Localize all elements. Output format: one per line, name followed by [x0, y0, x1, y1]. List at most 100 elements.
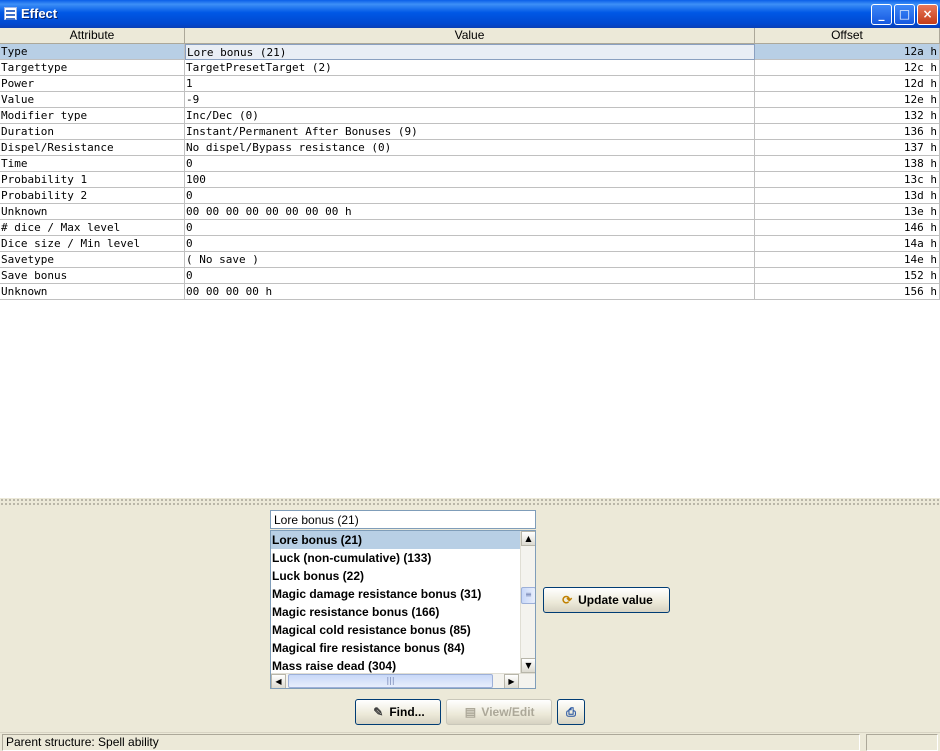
offset-cell[interactable]: 12d h — [755, 76, 940, 92]
column-header-attribute[interactable]: Attribute — [0, 28, 185, 43]
value-cell[interactable]: ( No save ) — [185, 252, 755, 268]
table-row[interactable]: Type Lore bonus (21) 12a h — [0, 44, 940, 60]
update-value-button[interactable]: ⟳ Update value — [543, 587, 670, 613]
value-list-items: Lore bonus (21) Luck (non-cumulative) (13… — [271, 531, 535, 675]
value-cell[interactable]: 0 — [185, 220, 755, 236]
printer-icon: ⎙ — [566, 705, 576, 719]
table-row[interactable]: Targettype TargetPresetTarget (2) 12c h — [0, 60, 940, 76]
table-row[interactable]: Probability 2 0 13d h — [0, 188, 940, 204]
value-cell[interactable]: 0 — [185, 268, 755, 284]
attribute-cell[interactable]: Type — [0, 44, 185, 60]
maximize-button[interactable]: □ — [894, 4, 915, 25]
list-item[interactable]: Magic resistance bonus (166) — [271, 603, 521, 621]
table-header: Attribute Value Offset — [0, 28, 940, 44]
list-item[interactable]: Luck (non-cumulative) (133) — [271, 549, 521, 567]
table-row[interactable]: Value -9 12e h — [0, 92, 940, 108]
offset-cell[interactable]: 14e h — [755, 252, 940, 268]
minimize-button[interactable]: _ — [871, 4, 892, 25]
column-header-offset[interactable]: Offset — [755, 28, 940, 43]
close-button[interactable]: × — [917, 4, 938, 25]
table-row[interactable]: Power 1 12d h — [0, 76, 940, 92]
binoculars-icon: ✎ — [373, 705, 384, 719]
table-row[interactable]: Unknown 00 00 00 00 00 00 00 00 h 13e h — [0, 204, 940, 220]
attribute-cell[interactable]: Unknown — [0, 284, 185, 300]
table-row[interactable]: Dispel/Resistance No dispel/Bypass resist… — [0, 140, 940, 156]
attribute-cell[interactable]: Modifier type — [0, 108, 185, 124]
list-item[interactable]: Magical fire resistance bonus (84) — [271, 639, 521, 657]
attribute-cell[interactable]: Dice size / Min level — [0, 236, 185, 252]
table-row[interactable]: Save bonus 0 152 h — [0, 268, 940, 284]
attribute-cell[interactable]: Savetype — [0, 252, 185, 268]
update-value-label: Update value — [578, 593, 653, 607]
split-pane-divider[interactable] — [0, 498, 940, 506]
list-item[interactable]: Luck bonus (22) — [271, 567, 521, 585]
find-button[interactable]: ✎ Find... — [355, 699, 441, 725]
offset-cell[interactable]: 146 h — [755, 220, 940, 236]
offset-cell[interactable]: 156 h — [755, 284, 940, 300]
table-row[interactable]: Savetype( No save ) 14e h — [0, 252, 940, 268]
view-edit-label: View/Edit — [481, 705, 535, 719]
list-item[interactable]: Lore bonus (21) — [271, 531, 521, 549]
value-cell[interactable]: Inc/Dec (0) — [185, 108, 755, 124]
table-row[interactable]: Duration Instant/Permanent After Bonuses … — [0, 124, 940, 140]
offset-cell[interactable]: 13c h — [755, 172, 940, 188]
find-label: Find... — [389, 705, 425, 719]
print-button[interactable]: ⎙ — [557, 699, 585, 725]
attribute-cell[interactable]: Value — [0, 92, 185, 108]
value-cell[interactable]: TargetPresetTarget (2) — [185, 60, 755, 76]
attribute-cell[interactable]: # dice / Max level — [0, 220, 185, 236]
attribute-cell[interactable]: Save bonus — [0, 268, 185, 284]
attribute-cell[interactable]: Probability 2 — [0, 188, 185, 204]
scroll-up-arrow-icon[interactable]: ▲ — [521, 531, 535, 546]
value-cell[interactable]: Lore bonus (21) — [185, 44, 755, 60]
offset-cell[interactable]: 13d h — [755, 188, 940, 204]
list-item[interactable]: Magical cold resistance bonus (85) — [271, 621, 521, 639]
table-row[interactable]: # dice / Max level 0 146 h — [0, 220, 940, 236]
offset-cell[interactable]: 137 h — [755, 140, 940, 156]
value-cell[interactable]: 1 — [185, 76, 755, 92]
value-input[interactable] — [270, 510, 536, 529]
value-cell[interactable]: 0 — [185, 188, 755, 204]
value-cell[interactable]: 0 — [185, 236, 755, 252]
offset-cell[interactable]: 12c h — [755, 60, 940, 76]
scroll-right-arrow-icon[interactable]: ▶ — [504, 674, 519, 688]
attribute-cell[interactable]: Duration — [0, 124, 185, 140]
vertical-scrollbar[interactable]: ▲ ≡ ▼ — [520, 531, 535, 673]
attribute-cell[interactable]: Power — [0, 76, 185, 92]
value-cell[interactable]: 100 — [185, 172, 755, 188]
value-cell[interactable]: -9 — [185, 92, 755, 108]
attribute-cell[interactable]: Targettype — [0, 60, 185, 76]
scroll-left-arrow-icon[interactable]: ◀ — [271, 674, 286, 688]
offset-cell[interactable]: 12e h — [755, 92, 940, 108]
offset-cell[interactable]: 13e h — [755, 204, 940, 220]
attribute-cell[interactable]: Dispel/Resistance — [0, 140, 185, 156]
table-row[interactable]: Time 0 138 h — [0, 156, 940, 172]
offset-cell[interactable]: 152 h — [755, 268, 940, 284]
offset-cell[interactable]: 132 h — [755, 108, 940, 124]
vertical-scroll-thumb[interactable]: ≡ — [521, 587, 535, 604]
value-cell[interactable]: 00 00 00 00 00 00 00 00 h — [185, 204, 755, 220]
value-cell[interactable]: No dispel/Bypass resistance (0) — [185, 140, 755, 156]
offset-cell[interactable]: 136 h — [755, 124, 940, 140]
value-cell[interactable]: Instant/Permanent After Bonuses (9) — [185, 124, 755, 140]
scroll-down-arrow-icon[interactable]: ▼ — [521, 658, 535, 673]
attribute-cell[interactable]: Probability 1 — [0, 172, 185, 188]
value-cell[interactable]: 0 — [185, 156, 755, 172]
offset-cell[interactable]: 12a h — [755, 44, 940, 60]
attribute-cell[interactable]: Unknown — [0, 204, 185, 220]
table-row[interactable]: Unknown 00 00 00 00 h 156 h — [0, 284, 940, 300]
refresh-icon: ⟳ — [562, 593, 573, 607]
horizontal-scrollbar[interactable]: ◀ ||| ▶ — [271, 673, 535, 688]
offset-cell[interactable]: 14a h — [755, 236, 940, 252]
column-header-value[interactable]: Value — [185, 28, 755, 43]
value-cell[interactable]: 00 00 00 00 h — [185, 284, 755, 300]
attribute-cell[interactable]: Time — [0, 156, 185, 172]
list-item[interactable]: Magic damage resistance bonus (31) — [271, 585, 521, 603]
value-list[interactable]: Lore bonus (21) Luck (non-cumulative) (13… — [270, 530, 536, 689]
table-row[interactable]: Modifier type Inc/Dec (0) 132 h — [0, 108, 940, 124]
table-row[interactable]: Probability 1 100 13c h — [0, 172, 940, 188]
view-edit-button[interactable]: ▤ View/Edit — [446, 699, 552, 725]
horizontal-scroll-thumb[interactable]: ||| — [288, 674, 493, 688]
table-row[interactable]: Dice size / Min level 0 14a h — [0, 236, 940, 252]
offset-cell[interactable]: 138 h — [755, 156, 940, 172]
